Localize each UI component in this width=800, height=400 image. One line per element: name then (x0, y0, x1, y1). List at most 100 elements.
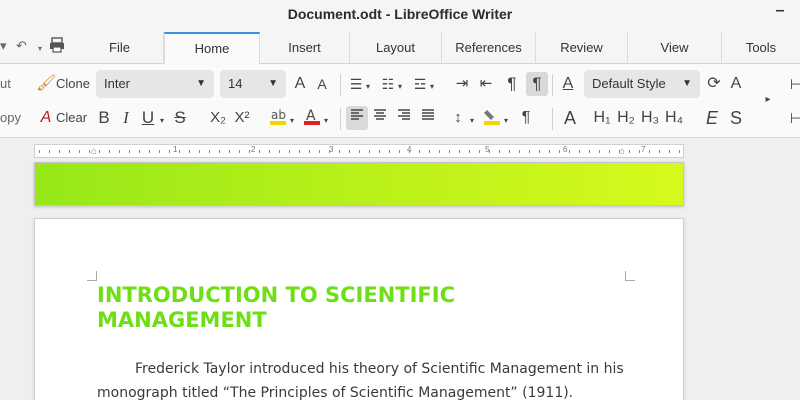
heading-4-button[interactable]: H₄ (662, 108, 686, 128)
extra-tool-icon[interactable]: ⊢ (786, 108, 800, 128)
ruler-tick (209, 150, 210, 153)
document-page[interactable]: INTRODUCTION TO SCIENTIFIC MANAGEMENT Fr… (34, 218, 684, 400)
tab-file[interactable]: File (76, 32, 164, 64)
ruler-tick (669, 150, 670, 153)
chevron-down-icon[interactable]: ▼ (682, 70, 692, 98)
subscript-button[interactable]: X₂ (206, 108, 230, 128)
chevron-down-icon[interactable]: ▼ (196, 70, 206, 98)
ruler-tick (369, 150, 370, 153)
undo-icon[interactable]: ↶ (16, 38, 27, 54)
emphasis-button[interactable]: E (702, 108, 722, 128)
clone-formatting-icon[interactable]: 🖌 (36, 74, 56, 94)
numbered-list-icon[interactable]: ☷ (378, 74, 398, 94)
redo-dropdown-icon[interactable]: ▾ (38, 44, 42, 53)
decrease-indent-icon[interactable]: ⇤ (476, 74, 496, 94)
ruler-tick (119, 150, 120, 153)
quick-save-dropdown-icon[interactable]: ▾ (0, 38, 7, 54)
paragraph-style-combo[interactable]: Default Style ▼ (584, 70, 700, 98)
ruler-tick (419, 150, 420, 153)
tab-references[interactable]: References (442, 32, 536, 64)
strong-button[interactable]: S (726, 108, 746, 128)
align-right-icon[interactable] (394, 108, 414, 128)
grow-font-icon[interactable]: A (290, 74, 310, 94)
ruler-tick (249, 150, 250, 153)
clear-button[interactable]: Clear (56, 110, 87, 125)
toolbar-overflow-icon[interactable]: ▸ (758, 90, 778, 110)
superscript-button[interactable]: X² (230, 108, 254, 128)
ruler-tick (679, 150, 680, 153)
ruler-tick (469, 150, 470, 153)
ruler-tick (69, 150, 70, 153)
increase-indent-icon[interactable]: ⇥ (452, 74, 472, 94)
font-color-icon[interactable]: A (302, 106, 322, 126)
bullet-list-icon[interactable]: ☰ (346, 74, 366, 94)
spelling-icon[interactable]: A (558, 74, 578, 94)
ruler-tick (229, 150, 230, 153)
tab-home[interactable]: Home (164, 32, 260, 65)
ruler-tick (169, 150, 170, 153)
ruler-tick (509, 150, 510, 153)
document-heading[interactable]: INTRODUCTION TO SCIENTIFIC MANAGEMENT (97, 283, 597, 333)
highlight-dropdown-icon[interactable]: ▾ (290, 116, 294, 125)
horizontal-ruler[interactable]: ⌂ 1 2 3 4 5 6 7 ⌂ (34, 144, 684, 158)
ruler-tick (269, 150, 270, 153)
ruler-tick (49, 150, 50, 153)
clear-formatting-icon[interactable]: A (36, 108, 56, 128)
heading-2-button[interactable]: H₂ (614, 108, 638, 128)
font-color-dropdown-icon[interactable]: ▾ (324, 116, 328, 125)
pilcrow-ltr-icon[interactable]: ¶ (502, 74, 522, 94)
ruler-tick (129, 150, 130, 153)
document-paragraph[interactable]: Frederick Taylor introduced his theory o… (97, 357, 637, 400)
ruler-tick (629, 150, 630, 153)
ruler-tick (109, 150, 110, 153)
outline-list-icon[interactable]: ☲ (410, 74, 430, 94)
tab-layout[interactable]: Layout (350, 32, 442, 64)
separator (552, 108, 553, 130)
chevron-down-icon[interactable]: ▼ (268, 70, 278, 98)
paragraph-settings-icon[interactable]: ¶ (516, 108, 536, 128)
heading-3-button[interactable]: H₃ (638, 108, 662, 128)
numbered-dropdown-icon[interactable]: ▾ (398, 82, 402, 91)
underline-button[interactable]: U (138, 108, 158, 128)
shrink-font-icon[interactable]: A (312, 74, 332, 94)
ruler-tick (659, 150, 660, 153)
new-style-icon[interactable]: A (726, 74, 746, 94)
formatting-marks-icon[interactable]: ¶ (526, 72, 548, 96)
document-canvas[interactable]: ⌂ 1 2 3 4 5 6 7 ⌂ INTRODUCTION TO SCIENT… (0, 138, 800, 400)
line-spacing-dropdown-icon[interactable]: ▾ (470, 116, 474, 125)
align-left-icon[interactable] (346, 106, 368, 130)
minimize-button[interactable]: – (770, 2, 790, 24)
font-name-combo[interactable]: Inter ▼ (96, 70, 214, 98)
bold-button[interactable]: B (94, 108, 114, 128)
svg-text:ab: ab (271, 108, 286, 122)
tab-view[interactable]: View (628, 32, 722, 64)
line-spacing-icon[interactable]: ↕ (448, 108, 468, 128)
ruler-tick (529, 150, 530, 153)
align-center-icon[interactable] (370, 108, 390, 128)
underline-dropdown-icon[interactable]: ▾ (160, 116, 164, 125)
ruler-tick (429, 150, 430, 153)
font-size-combo[interactable]: 14 ▼ (220, 70, 286, 98)
tab-tools[interactable]: Tools (722, 32, 800, 64)
outline-dropdown-icon[interactable]: ▾ (430, 82, 434, 91)
ruler-tick (589, 150, 590, 153)
extra-tool-icon[interactable]: ⊢ (786, 74, 800, 94)
header-banner (34, 162, 684, 206)
update-style-icon[interactable]: ⟳ (704, 74, 724, 94)
clone-button[interactable]: Clone (56, 76, 90, 91)
cut-button[interactable]: ut (0, 76, 11, 91)
tab-insert[interactable]: Insert (260, 32, 350, 64)
bullet-dropdown-icon[interactable]: ▾ (366, 82, 370, 91)
tab-review[interactable]: Review (536, 32, 628, 64)
style-default-button[interactable]: A (560, 108, 580, 128)
copy-button[interactable]: opy (0, 110, 21, 125)
paragraph-background-icon[interactable] (482, 106, 502, 126)
strikethrough-button[interactable]: S (170, 108, 190, 128)
print-icon[interactable] (48, 36, 66, 57)
paragraph-background-dropdown-icon[interactable]: ▾ (504, 116, 508, 125)
justify-icon[interactable] (418, 108, 438, 128)
highlight-color-icon[interactable]: ab (268, 106, 288, 126)
italic-button[interactable]: I (116, 108, 136, 128)
left-indent-marker[interactable]: ⌂ (91, 146, 97, 157)
heading-1-button[interactable]: H₁ (590, 108, 614, 128)
